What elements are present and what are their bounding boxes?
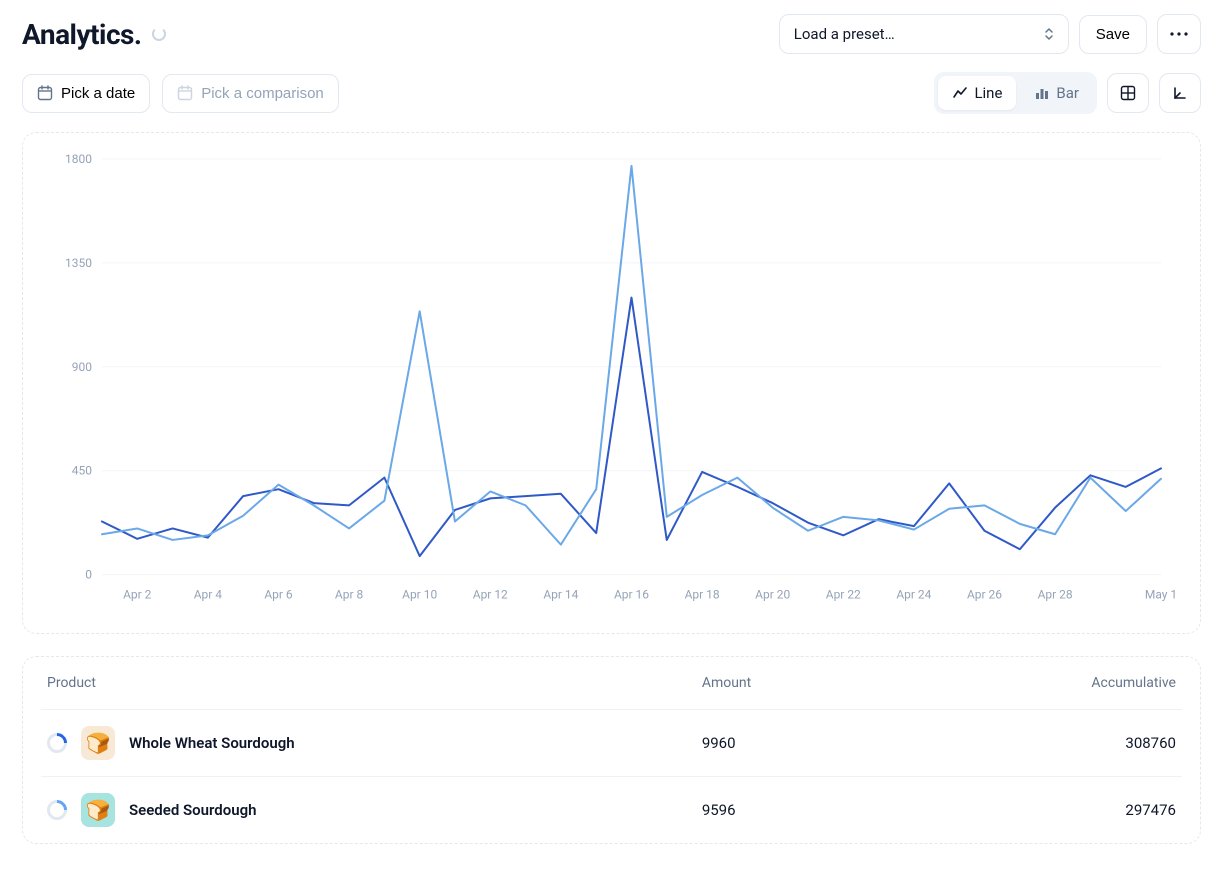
pick-comparison-label: Pick a comparison — [201, 85, 324, 102]
x-tick-label: Apr 8 — [335, 588, 364, 602]
accum-cell: 308760 — [950, 734, 1176, 752]
seg-line-label: Line — [974, 84, 1002, 102]
y-tick-label: 450 — [72, 464, 92, 478]
chevron-up-down-icon — [1044, 27, 1054, 41]
accum-cell: 297476 — [950, 801, 1176, 819]
progress-ring-icon — [47, 800, 67, 820]
amount-cell: 9960 — [702, 734, 950, 752]
seg-bar-label: Bar — [1056, 84, 1079, 102]
x-tick-label: Apr 4 — [194, 588, 223, 602]
chart-series — [102, 298, 1161, 557]
table-header: Product Amount Accumulative — [41, 657, 1182, 710]
table-card: Product Amount Accumulative 🍞 Whole Wheat… — [22, 656, 1201, 844]
table-row[interactable]: 🍞 Whole Wheat Sourdough 9960308760 — [41, 710, 1182, 777]
grid-view-button[interactable] — [1107, 73, 1149, 113]
line-chart-icon — [952, 85, 968, 101]
x-tick-label: Apr 20 — [755, 588, 790, 602]
x-tick-label: Apr 28 — [1038, 588, 1073, 602]
chart-card: 0 450 900 1350 1800 Apr 2 Apr 4 Apr 6 Apr 8 Apr 1… — [22, 132, 1201, 634]
corner-down-left-icon — [1172, 85, 1188, 101]
y-tick-label: 0 — [85, 568, 92, 582]
x-tick-label: Apr 22 — [826, 588, 861, 602]
product-name: Seeded Sourdough — [129, 801, 256, 819]
col-accum[interactable]: Accumulative — [950, 675, 1176, 691]
calendar-icon — [37, 85, 53, 101]
amount-cell: 9596 — [702, 801, 950, 819]
chart-type-segmented: Line Bar — [934, 72, 1097, 114]
more-horizontal-icon — [1170, 32, 1188, 36]
more-menu-button[interactable] — [1157, 14, 1201, 54]
seg-bar[interactable]: Bar — [1020, 76, 1093, 110]
x-tick-label: Apr 2 — [123, 588, 152, 602]
bar-chart-icon — [1034, 85, 1050, 101]
x-tick-label: May 1 — [1145, 588, 1176, 602]
line-chart[interactable]: 0 450 900 1350 1800 Apr 2 Apr 4 Apr 6 Apr 8 Apr 1… — [47, 151, 1176, 611]
x-tick-label: Apr 12 — [473, 588, 508, 602]
x-tick-label: Apr 26 — [967, 588, 1002, 602]
x-tick-label: Apr 24 — [896, 588, 931, 602]
x-tick-label: Apr 10 — [402, 588, 437, 602]
x-tick-label: Apr 14 — [543, 588, 578, 602]
table-row[interactable]: 🍞 Seeded Sourdough 9596297476 — [41, 777, 1182, 843]
pick-comparison-button[interactable]: Pick a comparison — [162, 74, 339, 113]
y-tick-label: 900 — [72, 360, 92, 374]
pick-date-button[interactable]: Pick a date — [22, 74, 150, 113]
pick-date-label: Pick a date — [61, 85, 135, 102]
y-tick-label: 1350 — [65, 256, 92, 270]
product-thumb: 🍞 — [81, 793, 115, 827]
calendar-icon — [177, 85, 193, 101]
col-amount[interactable]: Amount — [702, 675, 950, 691]
seg-line[interactable]: Line — [938, 76, 1016, 110]
y-tick-label: 1800 — [65, 152, 92, 166]
save-button[interactable]: Save — [1079, 15, 1147, 54]
product-name: Whole Wheat Sourdough — [129, 734, 295, 752]
chart-series — [102, 166, 1161, 545]
page-title: Analytics. — [22, 18, 142, 51]
product-thumb: 🍞 — [81, 726, 115, 760]
col-product[interactable]: Product — [47, 675, 702, 691]
grid-icon — [1120, 85, 1136, 101]
x-tick-label: Apr 18 — [685, 588, 720, 602]
progress-ring-icon — [47, 733, 67, 753]
collapse-button[interactable] — [1159, 73, 1201, 113]
load-preset-label: Load a preset… — [794, 25, 895, 43]
load-preset-select[interactable]: Load a preset… — [779, 14, 1069, 54]
loading-spinner-icon — [152, 27, 166, 41]
x-tick-label: Apr 6 — [264, 588, 293, 602]
x-tick-label: Apr 16 — [614, 588, 649, 602]
